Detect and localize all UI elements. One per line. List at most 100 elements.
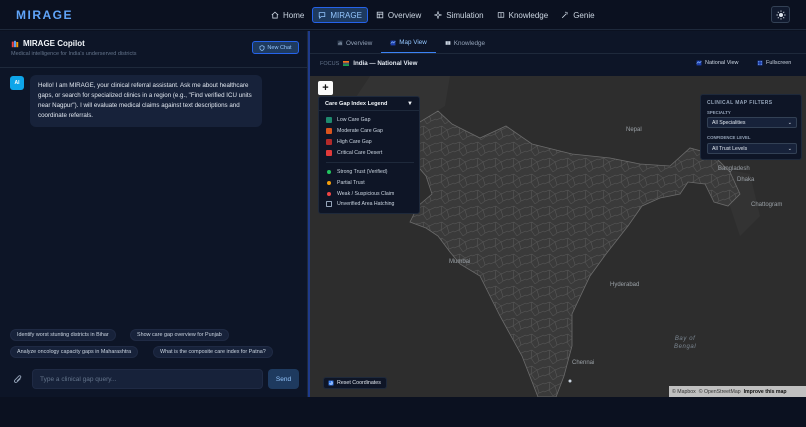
map-icon xyxy=(696,60,702,66)
specialty-select[interactable]: All Specialities ⌄ xyxy=(707,117,797,128)
nav-home-label: Home xyxy=(283,10,305,20)
legend-header[interactable]: Care Gap Index Legend ▼ xyxy=(319,97,419,111)
tab-overview[interactable]: Overview xyxy=(328,36,381,53)
attrib-mapbox[interactable]: © Mapbox xyxy=(672,389,696,395)
suggestion-chip[interactable]: Analyze oncology capacity gaps in Mahara… xyxy=(10,346,139,358)
theme-toggle-button[interactable] xyxy=(771,6,790,23)
legend-item-label: Strong Trust (Verified) xyxy=(337,169,388,175)
suggestion-chip[interactable]: What is the composite care index for Pat… xyxy=(153,346,273,358)
copilot-title: MIRAGE Copilot xyxy=(11,39,85,48)
dot-weak xyxy=(327,192,331,196)
legend-item: Weak / Suspicious Claim xyxy=(326,191,394,197)
copilot-panel: MIRAGE Copilot Medical intelligence for … xyxy=(0,31,308,397)
legend-title: Care Gap Index Legend xyxy=(325,100,388,107)
map-label-chattogram: Chattogram xyxy=(751,202,783,208)
book-icon xyxy=(445,41,451,45)
chat-icon xyxy=(319,12,326,19)
fullscreen-button[interactable]: Fullscreen xyxy=(757,60,791,66)
clinical-map-filters: CLINICAL MAP FILTERS SPECIALTY All Speci… xyxy=(700,94,802,160)
legend-item: Strong Trust (Verified) xyxy=(326,169,387,175)
tab-map-view-label: Map View xyxy=(399,39,427,46)
swatch-hatching xyxy=(326,201,332,207)
dot-strong xyxy=(327,170,331,174)
new-chat-label: New Chat xyxy=(267,44,292,51)
nav-simulation[interactable]: Simulation xyxy=(429,7,488,23)
confidence-select[interactable]: All Trust Levels ⌄ xyxy=(707,143,797,154)
new-chat-button[interactable]: New Chat xyxy=(252,41,299,54)
zoom-in-button[interactable]: + xyxy=(318,81,333,95)
book-icon xyxy=(497,12,504,18)
chevron-down-icon: ⌄ xyxy=(787,145,792,152)
nav-simulation-label: Simulation xyxy=(446,10,484,20)
assistant-message: Hello! I am MIRAGE, your clinical referr… xyxy=(30,75,262,127)
national-view-button[interactable]: National View xyxy=(696,60,739,66)
legend-item: Partial Trust xyxy=(326,180,365,186)
suggestion-chip[interactable]: Identify worst stunting districts in Bih… xyxy=(10,329,116,341)
legend-item-label: Unverified Area Hatching xyxy=(337,201,395,207)
books-icon xyxy=(11,40,19,47)
reset-coordinates-button[interactable]: Reset Coordinates xyxy=(323,377,387,389)
wand-icon xyxy=(562,11,569,19)
main-nav: Home MIRAGE Overview Simulation Knowledg… xyxy=(266,7,600,23)
reset-icon xyxy=(328,380,334,386)
focus-label: FOCUS xyxy=(320,60,340,67)
home-icon xyxy=(271,11,279,19)
tab-knowledge[interactable]: Knowledge xyxy=(436,36,494,53)
nav-mirage[interactable]: MIRAGE xyxy=(312,7,368,23)
swatch-critical xyxy=(326,150,332,156)
legend-item-label: Low Care Gap xyxy=(337,117,371,123)
nav-mirage-label: MIRAGE xyxy=(330,10,362,20)
spark-icon xyxy=(434,11,443,19)
nav-genie-label: Genie xyxy=(573,10,595,20)
focus-indicator: FOCUS India — National View xyxy=(320,60,417,67)
paperclip-icon[interactable] xyxy=(13,374,23,384)
legend-item-label: Weak / Suspicious Claim xyxy=(337,191,395,197)
copilot-subtitle: Medical intelligence for India's underse… xyxy=(11,51,137,57)
bay-line-1: Bay of xyxy=(674,336,696,342)
legend-item-label: Moderate Care Gap xyxy=(337,128,383,134)
ai-avatar: AI xyxy=(10,76,24,90)
collapse-caret-icon: ▼ xyxy=(407,100,413,107)
chart-icon xyxy=(337,40,343,46)
bay-line-2: Bengal xyxy=(674,344,697,350)
bottom-strip xyxy=(0,397,806,427)
focus-value: India — National View xyxy=(353,60,418,67)
legend-item: High Care Gap xyxy=(326,139,372,145)
nav-overview[interactable]: Overview xyxy=(371,7,426,23)
send-button[interactable]: Send xyxy=(268,369,299,389)
filters-title: CLINICAL MAP FILTERS xyxy=(707,100,773,106)
legend-item: Unverified Area Hatching xyxy=(326,201,394,207)
attrib-improve[interactable]: Improve this map xyxy=(744,389,787,395)
shield-icon xyxy=(259,44,265,51)
legend-item-label: Partial Trust xyxy=(337,180,365,186)
sun-icon xyxy=(776,10,785,19)
grid-icon xyxy=(376,11,384,19)
swatch-high xyxy=(326,139,332,145)
copilot-title-text: MIRAGE Copilot xyxy=(23,39,85,48)
legend-item-label: Critical Care Desert xyxy=(337,150,383,156)
legend-divider xyxy=(326,162,414,163)
legend-item: Low Care Gap xyxy=(326,117,370,123)
divider xyxy=(0,67,308,68)
tabs-divider xyxy=(310,53,806,54)
tab-map-view[interactable]: Map View xyxy=(381,36,436,53)
swatch-moderate xyxy=(326,128,332,134)
nav-home[interactable]: Home xyxy=(266,7,309,23)
map-canvas[interactable]: Nepal Bangladesh Dhaka Chattogram Mumbai… xyxy=(310,76,806,397)
nav-overview-label: Overview xyxy=(387,10,422,20)
nav-knowledge[interactable]: Knowledge xyxy=(492,7,554,23)
app-logo[interactable]: MIRAGE xyxy=(16,8,73,22)
nav-genie[interactable]: Genie xyxy=(556,7,599,23)
map-icon xyxy=(390,40,396,45)
attrib-osm[interactable]: © OpenStreetMap xyxy=(699,389,741,395)
view-tabs: Overview Map View Knowledge xyxy=(328,36,494,53)
fullscreen-icon xyxy=(757,60,763,66)
top-nav-bar: MIRAGE Home MIRAGE Overview Simulation K… xyxy=(0,0,806,30)
map-label-mumbai: Mumbai xyxy=(449,259,471,265)
flag-icon xyxy=(343,61,350,66)
chat-query-input[interactable]: Type a clinical gap query... xyxy=(32,369,263,389)
map-label-chennai: Chennai xyxy=(572,360,595,366)
map-label-nepal: Nepal xyxy=(626,127,642,133)
map-label-hyderabad: Hyderabad xyxy=(610,282,640,288)
suggestion-chip[interactable]: Show care gap overview for Punjab xyxy=(130,329,229,341)
